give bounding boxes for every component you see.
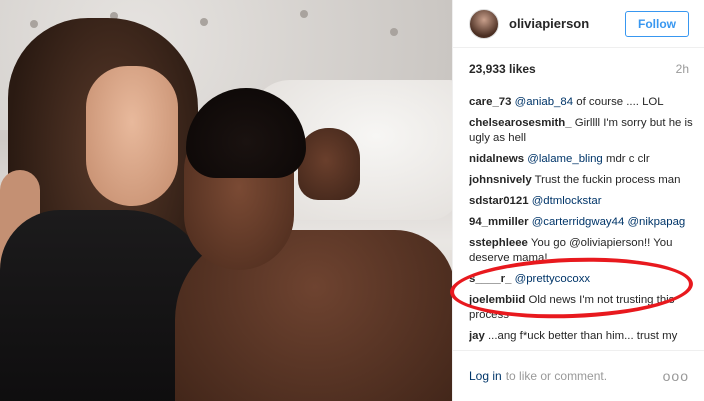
comment-mention[interactable]: @dtmlockstar: [532, 195, 602, 207]
follow-button[interactable]: Follow: [625, 10, 689, 37]
comment-item: jay ...ang f*uck better than him... trus…: [469, 329, 697, 345]
likes-count[interactable]: 23,933 likes: [469, 62, 536, 76]
post-header: oliviapierson Follow: [453, 0, 704, 48]
comment-item: s____r_ @prettycocoxx: [469, 272, 697, 287]
post-timestamp[interactable]: 2h: [676, 62, 689, 76]
comment-user[interactable]: joelembiid: [469, 294, 525, 306]
comment-item: nidalnews @lalame_bling mdr c clr: [469, 152, 697, 167]
man-hand: [298, 128, 360, 200]
post-footer: Log in to like or comment. ooo: [453, 350, 704, 401]
comment-user[interactable]: chelsearosesmith_: [469, 117, 572, 129]
comment-item: sstephleee You go @oliviapierson!! You d…: [469, 236, 697, 266]
comment-item: care_73 @aniab_84 of course .... LOL: [469, 95, 697, 110]
comment-list[interactable]: care_73 @aniab_84 of course .... LOL che…: [469, 95, 697, 345]
comment-item: johnsnively Trust the fuckin process man: [469, 173, 697, 188]
comment-user[interactable]: 94_mmiller: [469, 216, 529, 228]
comment-text: mdr c clr: [605, 153, 650, 165]
comment-mention[interactable]: @aniab_84: [515, 96, 573, 108]
comment-item: chelsearosesmith_ Girllll I'm sorry but …: [469, 116, 697, 146]
post-meta: 23,933 likes 2h: [453, 62, 704, 76]
comment-user[interactable]: care_73: [469, 96, 511, 108]
comment-text: of course .... LOL: [576, 96, 664, 108]
tuft: [300, 10, 308, 18]
comment-text: Trust the fuckin process man: [534, 174, 681, 186]
comment-text: ...ang f*uck better than him... trust my…: [488, 330, 678, 342]
tuft: [390, 28, 398, 36]
comment-mention[interactable]: @lalame_bling: [527, 153, 603, 165]
tuft: [30, 20, 38, 28]
comment-mention[interactable]: @carterridgway44 @nikpapag: [532, 216, 686, 228]
login-link[interactable]: Log in: [469, 369, 502, 383]
comment-user[interactable]: jay: [469, 330, 485, 342]
comment-user[interactable]: nidalnews: [469, 153, 524, 165]
comment-item: joelembiid Old news I'm not trusting thi…: [469, 293, 697, 323]
woman-face: [86, 66, 178, 206]
post-sidebar: oliviapierson Follow 23,933 likes 2h car…: [452, 0, 704, 401]
avatar[interactable]: [469, 8, 499, 39]
comment-item: sdstar0121 @dtmlockstar: [469, 194, 697, 209]
comment-user[interactable]: sdstar0121: [469, 195, 529, 207]
footer-text: to like or comment.: [505, 369, 608, 383]
comment-user[interactable]: sstephleee: [469, 237, 528, 249]
comment-mention[interactable]: @prettycocoxx: [515, 273, 591, 285]
tuft: [200, 18, 208, 26]
post-photo[interactable]: [0, 0, 452, 401]
comment-user[interactable]: johnsnively: [469, 174, 532, 186]
comment-item: 94_mmiller @carterridgway44 @nikpapag: [469, 215, 697, 230]
post-username[interactable]: oliviapierson: [509, 16, 589, 31]
more-options-icon[interactable]: ooo: [663, 368, 689, 384]
comment-user[interactable]: s____r_: [469, 273, 511, 285]
